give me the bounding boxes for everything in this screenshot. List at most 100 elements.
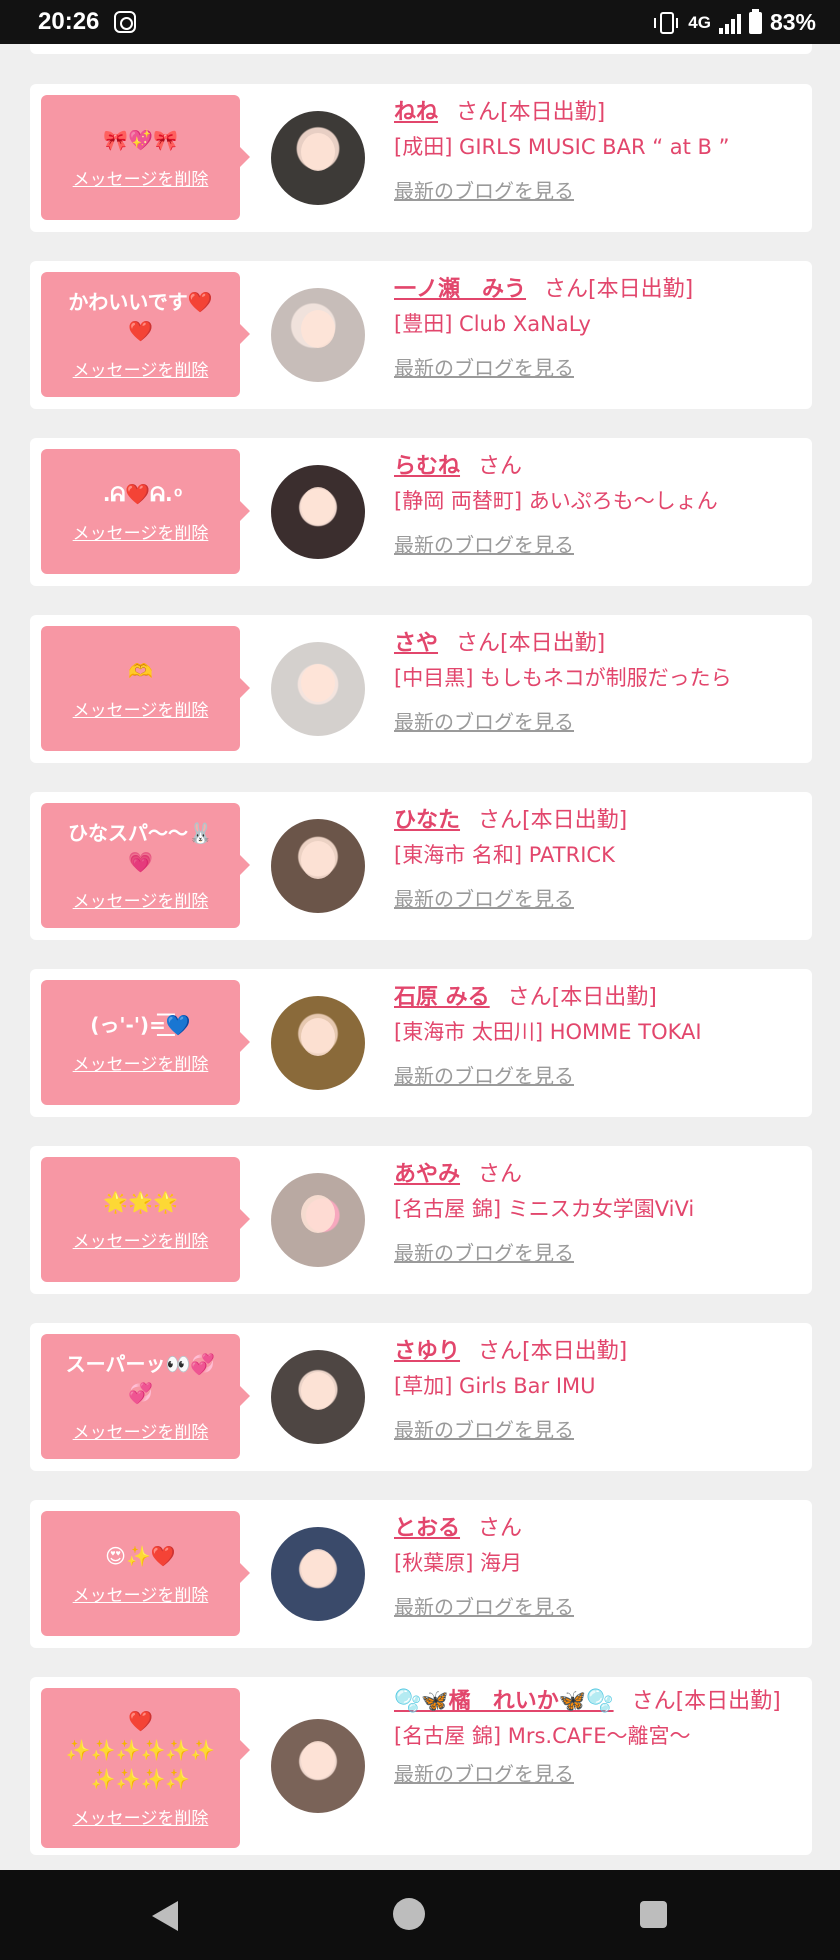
shop-name: [中目黒] もしもネコが制服だったら [394,666,732,690]
cast-name-link[interactable]: ねね [394,100,438,125]
delete-message-link[interactable]: メッセージを削除 [73,1581,209,1606]
status-bar: 20:26 4G 83% [0,0,840,44]
cast-name-link[interactable]: 石原 みる [394,985,490,1010]
message-text: 🫶 [128,658,153,683]
delete-message-link[interactable]: メッセージを削除 [73,356,209,381]
list-item: 🌟🌟🌟 メッセージを削除 あやみ さん [名古屋 錦] ミニスカ女学園ViVi 最… [30,1146,812,1294]
delete-message-link[interactable]: メッセージを削除 [73,1418,209,1443]
delete-message-link[interactable]: メッセージを削除 [73,887,209,912]
cast-info: 一ノ瀬 みう さん[本日出勤] [豊田] Club XaNaLy 最新のブログを見… [394,273,794,381]
cast-status: さん [478,454,523,479]
message-text: (っ'-')=͟͟͞͞💙 [90,1012,191,1037]
list-item: ❤️ ✨✨✨✨✨✨ ✨✨✨✨ メッセージを削除 🫧🦋橘 れいか🦋🫧 さん[本日出勤… [30,1677,812,1855]
latest-blog-link[interactable]: 最新のブログを見る [394,1237,574,1266]
latest-blog-link[interactable]: 最新のブログを見る [394,1414,574,1443]
cast-name-link[interactable]: あやみ [394,1162,460,1187]
cast-info: 🫧🦋橘 れいか🦋🫧 さん[本日出勤] [名古屋 錦] Mrs.CAFE〜離宮〜 最… [394,1685,794,1787]
message-bubble: 🌟🌟🌟 メッセージを削除 [41,1157,250,1282]
back-icon[interactable] [152,1901,178,1931]
message-text: 🌟🌟🌟 [103,1189,178,1214]
cast-status: さん[本日出勤] [544,277,694,302]
cast-info: ねね さん[本日出勤] [成田] GIRLS MUSIC BAR “ at B ”… [394,96,794,204]
cast-info: ひなた さん[本日出勤] [東海市 名和] PATRICK 最新のブログを見る [394,804,794,912]
delete-message-link[interactable]: メッセージを削除 [73,1804,209,1829]
message-list[interactable]: 🎀💖🎀 メッセージを削除 ねね さん[本日出勤] [成田] GIRLS MUSIC… [0,44,840,1870]
message-bubble: ひなスパ〜〜🐰 💗 メッセージを削除 [41,803,250,928]
network-type: 4G [688,12,711,32]
cast-status: さん[本日出勤] [507,985,657,1010]
avatar[interactable] [271,111,365,205]
cast-name-link[interactable]: ひなた [394,808,460,833]
latest-blog-link[interactable]: 最新のブログを見る [394,352,574,381]
cast-name-link[interactable]: とおる [394,1516,460,1541]
message-text: 🎀💖🎀 [103,127,178,152]
shop-name: [名古屋 錦] Mrs.CAFE〜離宮〜 [394,1724,691,1748]
status-time: 20:26 [38,8,100,35]
avatar[interactable] [271,1350,365,1444]
shop-name: [名古屋 錦] ミニスカ女学園ViVi [394,1197,695,1221]
delete-message-link[interactable]: メッセージを削除 [73,696,209,721]
home-icon[interactable] [393,1898,425,1930]
list-item: (っ'-')=͟͟͞͞💙 メッセージを削除 石原 みる さん[本日出勤] [東海市… [30,969,812,1117]
list-item-partial [30,44,812,54]
message-bubble: ❤️ ✨✨✨✨✨✨ ✨✨✨✨ メッセージを削除 [41,1688,250,1848]
avatar[interactable] [271,1719,365,1813]
avatar[interactable] [271,465,365,559]
message-bubble: スーパーッ👀💞 💞 メッセージを削除 [41,1334,250,1459]
message-bubble: かわいいです❤️ ❤️ メッセージを削除 [41,272,250,397]
cast-name-link[interactable]: さや [394,631,438,656]
cast-info: あやみ さん [名古屋 錦] ミニスカ女学園ViVi 最新のブログを見る [394,1158,794,1266]
cast-name-link[interactable]: らむね [394,454,460,479]
message-bubble: .ᕱ❤️ᕱ. ͦ メッセージを削除 [41,449,250,574]
message-text: ひなスパ〜〜🐰 💗 [68,821,213,874]
avatar[interactable] [271,819,365,913]
message-text: かわいいです❤️ ❤️ [68,290,213,343]
list-item: かわいいです❤️ ❤️ メッセージを削除 一ノ瀬 みう さん[本日出勤] [豊田]… [30,261,812,409]
cast-name-link[interactable]: 一ノ瀬 みう [394,277,526,302]
delete-message-link[interactable]: メッセージを削除 [73,1050,209,1075]
shop-name: [東海市 名和] PATRICK [394,843,615,867]
cast-info: さや さん[本日出勤] [中目黒] もしもネコが制服だったら 最新のブログを見る [394,627,794,735]
avatar[interactable] [271,996,365,1090]
status-icons: 4G 83% [654,8,816,36]
cast-info: とおる さん [秋葉原] 海月 最新のブログを見る [394,1512,794,1620]
delete-message-link[interactable]: メッセージを削除 [73,165,209,190]
navigation-bar [0,1870,840,1960]
message-text: .ᕱ❤️ᕱ. ͦ [102,481,179,506]
shop-name: [東海市 太田川] HOMME TOKAI [394,1020,702,1044]
latest-blog-link[interactable]: 最新のブログを見る [394,1060,574,1089]
latest-blog-link[interactable]: 最新のブログを見る [394,1758,574,1787]
avatar[interactable] [271,288,365,382]
list-item: 🫶 メッセージを削除 さや さん[本日出勤] [中目黒] もしもネコが制服だったら… [30,615,812,763]
list-item: 🎀💖🎀 メッセージを削除 ねね さん[本日出勤] [成田] GIRLS MUSIC… [30,84,812,232]
cast-name-link[interactable]: 🫧🦋橘 れいか🦋🫧 [394,1689,614,1714]
latest-blog-link[interactable]: 最新のブログを見る [394,175,574,204]
list-item: 😍✨❤️ メッセージを削除 とおる さん [秋葉原] 海月 最新のブログを見る [30,1500,812,1648]
battery-icon [748,8,762,34]
latest-blog-link[interactable]: 最新のブログを見る [394,883,574,912]
camera-notification-icon [114,11,136,33]
shop-name: [静岡 両替町] あいぷろも〜しょん [394,489,718,513]
avatar[interactable] [271,1527,365,1621]
latest-blog-link[interactable]: 最新のブログを見る [394,1591,574,1620]
avatar[interactable] [271,1173,365,1267]
cast-status: さん [478,1516,523,1541]
cast-info: 石原 みる さん[本日出勤] [東海市 太田川] HOMME TOKAI 最新のブ… [394,981,794,1089]
latest-blog-link[interactable]: 最新のブログを見る [394,529,574,558]
cast-status: さん[本日出勤] [478,808,628,833]
list-item: .ᕱ❤️ᕱ. ͦ メッセージを削除 らむね さん [静岡 両替町] あいぷろも〜し… [30,438,812,586]
avatar[interactable] [271,642,365,736]
message-text: 😍✨❤️ [105,1543,176,1568]
latest-blog-link[interactable]: 最新のブログを見る [394,706,574,735]
message-bubble: 🎀💖🎀 メッセージを削除 [41,95,250,220]
recent-apps-icon[interactable] [640,1901,667,1928]
delete-message-link[interactable]: メッセージを削除 [73,1227,209,1252]
cast-status: さん[本日出勤] [631,1689,781,1714]
signal-icon [718,12,741,34]
delete-message-link[interactable]: メッセージを削除 [73,519,209,544]
shop-name: [草加] Girls Bar IMU [394,1374,596,1398]
cast-name-link[interactable]: さゆり [394,1339,460,1364]
shop-name: [成田] GIRLS MUSIC BAR “ at B ” [394,135,730,159]
battery-percent: 83% [769,9,816,35]
cast-info: さゆり さん[本日出勤] [草加] Girls Bar IMU 最新のブログを見る [394,1335,794,1443]
